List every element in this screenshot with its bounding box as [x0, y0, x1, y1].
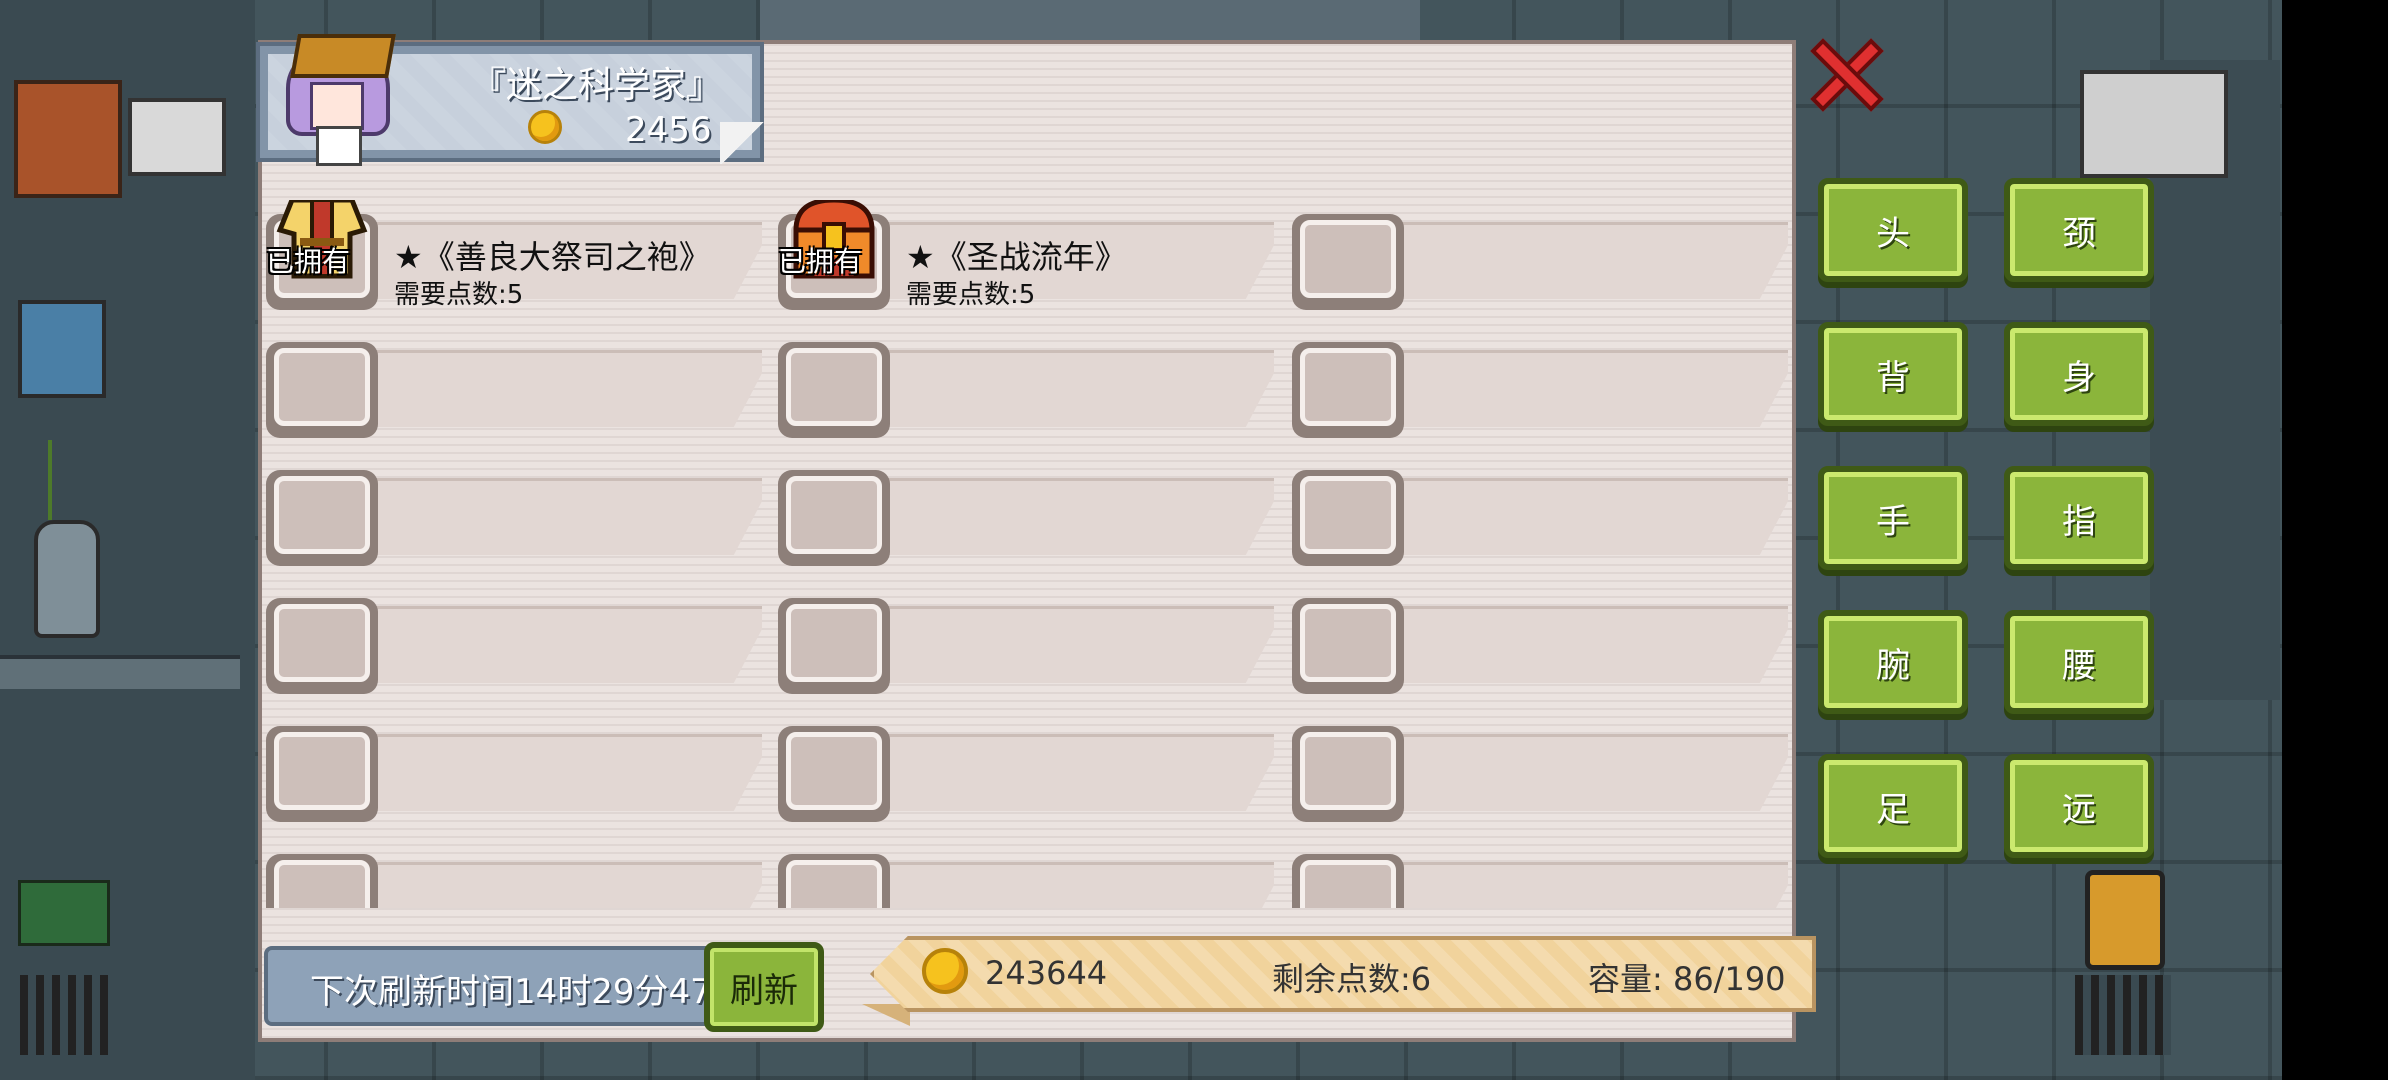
item-slot — [266, 598, 378, 694]
item-slot — [778, 470, 890, 566]
coin-icon — [528, 110, 562, 144]
category-waist-button[interactable]: 腰 — [2004, 610, 2154, 714]
merchant-coin-count: 2456 — [625, 110, 712, 150]
category-finger-button[interactable]: 指 — [2004, 466, 2154, 570]
category-body-button[interactable]: 身 — [2004, 322, 2154, 426]
floor-grate — [20, 975, 116, 1055]
empty-item-cell[interactable] — [262, 712, 762, 822]
empty-item-cell[interactable] — [1288, 584, 1788, 694]
coin-icon — [922, 948, 968, 994]
item-slot — [1292, 342, 1404, 438]
lantern-prop — [2085, 870, 2165, 970]
category-neck-button[interactable]: 颈 — [2004, 178, 2154, 282]
item-cost: 需要点数:5 — [394, 280, 524, 310]
item-cell[interactable]: 已拥有 ★《圣战流年》 需要点数:5 — [774, 200, 1274, 310]
category-back-button[interactable]: 背 — [1818, 322, 1968, 426]
circuit-board-prop — [18, 880, 110, 946]
item-grid: 已拥有 ★《善良大祭司之袍》 需要点数:5 已拥有 ★《圣战流年》 需要点数:5 — [262, 200, 1792, 908]
points-left: 剩余点数:6 — [1272, 960, 1432, 998]
empty-item-cell[interactable] — [774, 840, 1274, 908]
top-wall — [760, 0, 1420, 44]
category-label: 颈 — [2062, 213, 2096, 254]
category-label: 远 — [2062, 789, 2096, 830]
category-head-button[interactable]: 头 — [1818, 178, 1968, 282]
machine-prop — [2080, 70, 2228, 178]
total-coins: 243644 — [985, 954, 1108, 992]
empty-item-cell[interactable] — [774, 584, 1274, 694]
empty-item-cell[interactable] — [774, 712, 1274, 822]
category-label: 足 — [1876, 789, 1910, 830]
owned-badge: 已拥有 — [266, 245, 351, 278]
floor-grate — [2075, 975, 2171, 1055]
screen-edge — [2282, 0, 2388, 1080]
header-fold-corner — [720, 122, 766, 164]
category-ranged-button[interactable]: 远 — [2004, 754, 2154, 858]
item-slot — [266, 854, 378, 908]
capacity: 容量: 86/190 — [1588, 960, 1786, 998]
merchant-title: 『迷之科学家』 — [470, 65, 723, 106]
category-label: 手 — [1876, 501, 1910, 542]
category-label: 身 — [2062, 357, 2096, 398]
item-cell[interactable]: 已拥有 ★《善良大祭司之袍》 需要点数:5 — [262, 200, 762, 310]
chair-prop — [18, 300, 106, 398]
empty-item-cell[interactable] — [774, 456, 1274, 566]
item-slot — [1292, 214, 1404, 310]
vase-prop — [34, 520, 100, 638]
category-feet-button[interactable]: 足 — [1818, 754, 1968, 858]
category-hand-button[interactable]: 手 — [1818, 466, 1968, 570]
item-slot — [266, 470, 378, 566]
category-label: 指 — [2062, 501, 2096, 542]
empty-item-cell[interactable] — [1288, 200, 1788, 310]
empty-item-cell[interactable] — [774, 328, 1274, 438]
refresh-timer: 下次刷新时间14时29分47 — [310, 972, 712, 1012]
item-slot — [266, 342, 378, 438]
item-name: ★《善良大祭司之袍》 — [394, 238, 711, 276]
item-name: ★《圣战流年》 — [906, 238, 1127, 276]
refresh-button-label: 刷新 — [730, 970, 798, 1011]
empty-item-cell[interactable] — [262, 456, 762, 566]
item-slot — [778, 598, 890, 694]
shelf-prop — [0, 655, 240, 689]
empty-item-cell[interactable] — [262, 328, 762, 438]
item-slot — [266, 726, 378, 822]
item-cost: 需要点数:5 — [906, 280, 1036, 310]
item-slot — [778, 342, 890, 438]
item-slot — [1292, 598, 1404, 694]
category-label: 腕 — [1876, 645, 1910, 686]
category-wrist-button[interactable]: 腕 — [1818, 610, 1968, 714]
item-slot — [1292, 854, 1404, 908]
refresh-button[interactable]: 刷新 — [704, 942, 824, 1032]
empty-item-cell[interactable] — [1288, 328, 1788, 438]
item-slot — [778, 726, 890, 822]
merchant-avatar — [276, 22, 396, 166]
flower-prop — [48, 440, 82, 520]
category-label: 背 — [1876, 357, 1910, 398]
empty-item-cell[interactable] — [262, 584, 762, 694]
empty-item-cell[interactable] — [1288, 840, 1788, 908]
item-slot — [778, 854, 890, 908]
desk-prop — [14, 80, 122, 198]
item-slot — [1292, 726, 1404, 822]
close-button[interactable] — [1808, 34, 1884, 114]
monitor-prop — [128, 98, 226, 176]
category-label: 腰 — [2062, 645, 2096, 686]
empty-item-cell[interactable] — [262, 840, 762, 908]
category-label: 头 — [1876, 213, 1910, 254]
owned-badge: 已拥有 — [778, 245, 863, 278]
empty-item-cell[interactable] — [1288, 712, 1788, 822]
item-slot — [1292, 470, 1404, 566]
empty-item-cell[interactable] — [1288, 456, 1788, 566]
